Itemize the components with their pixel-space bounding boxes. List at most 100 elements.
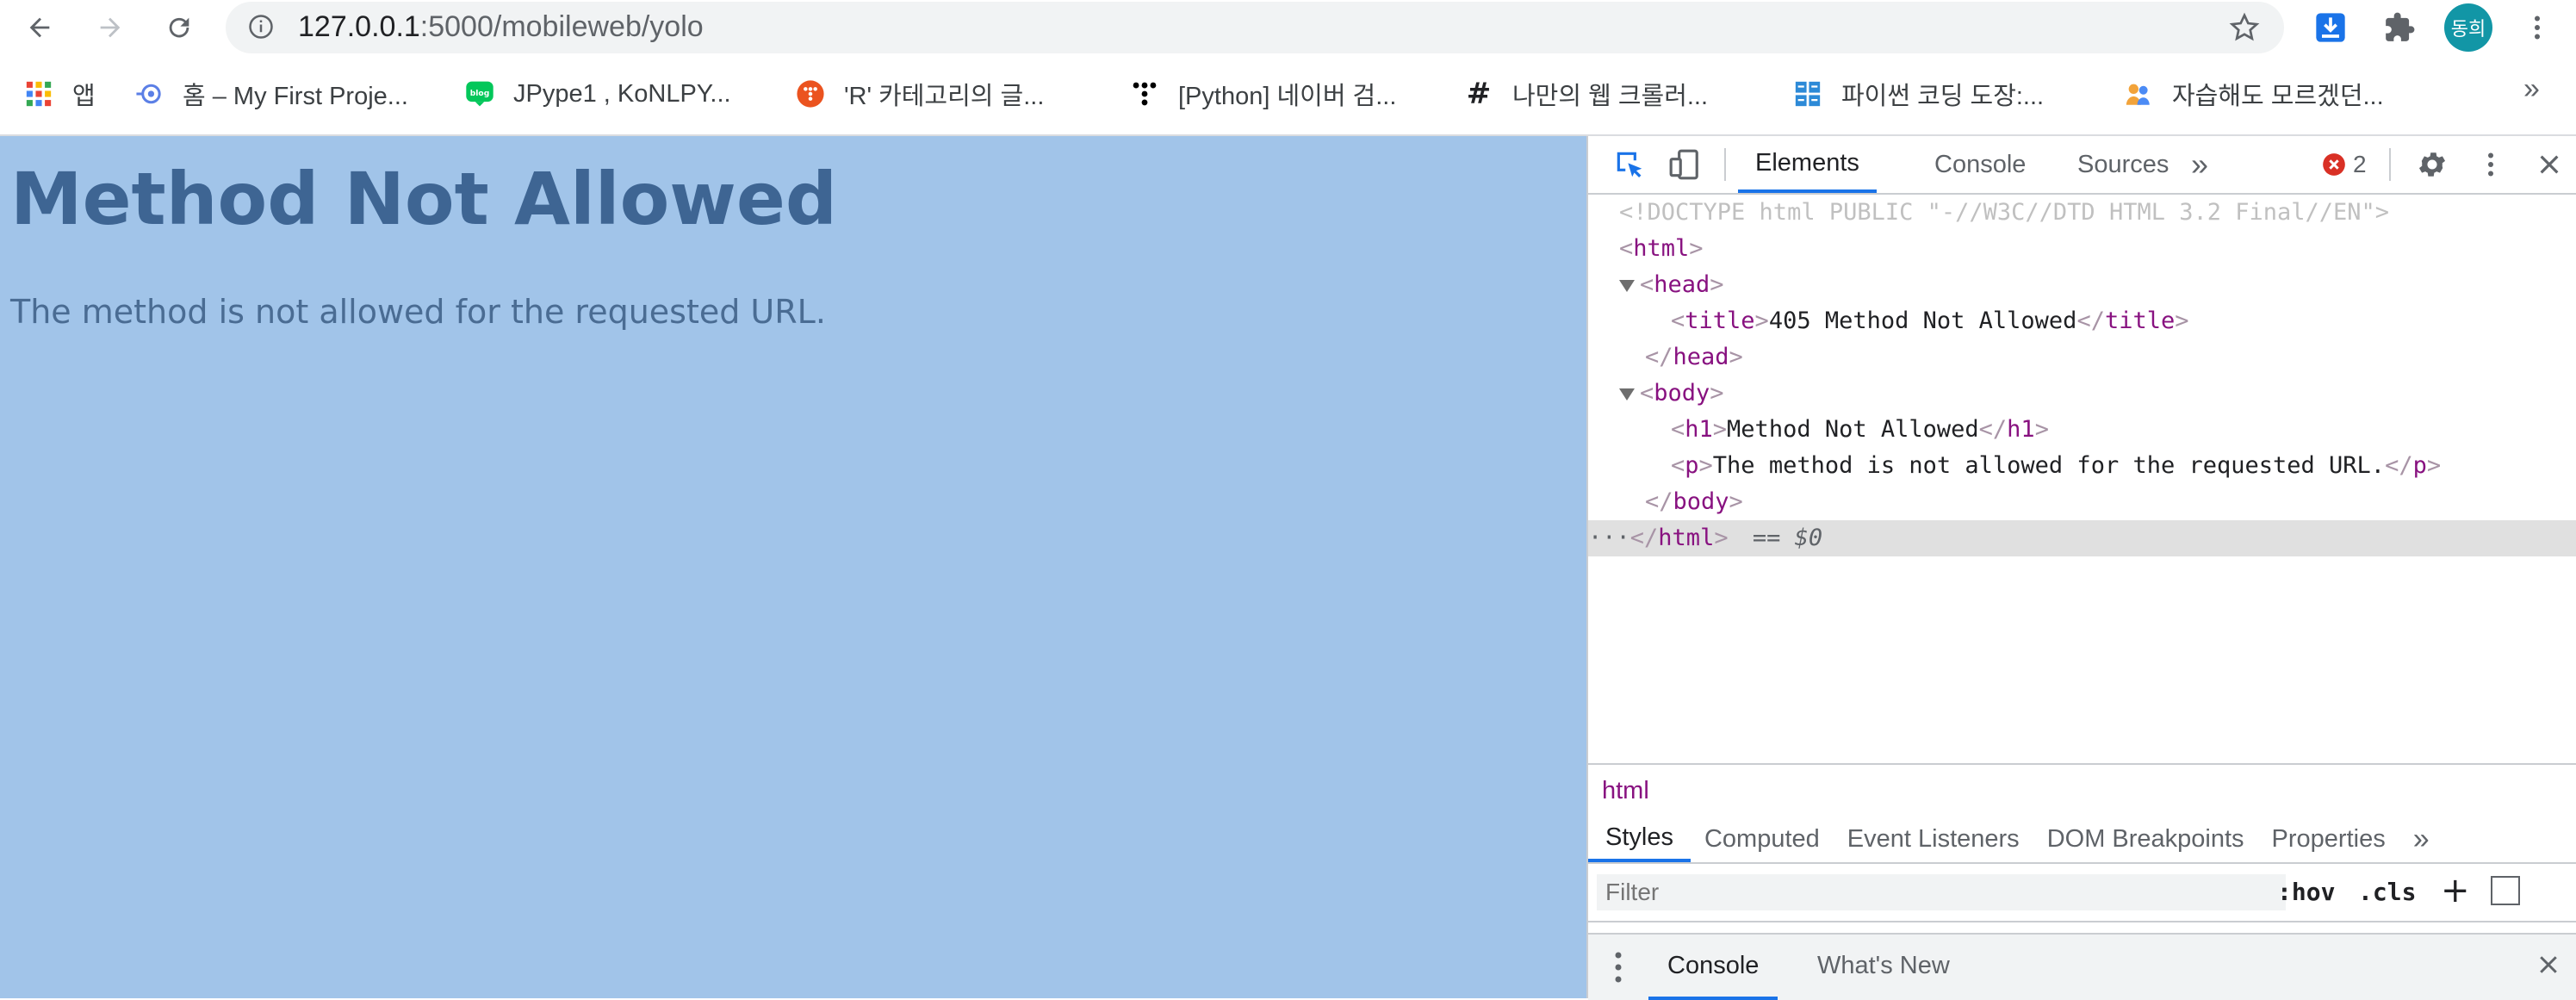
drawer-tab-whats-new[interactable]: What's New [1803,935,1964,997]
back-button[interactable] [17,5,62,50]
bookmark-label: 나만의 웹 크롤러... [1512,83,1709,110]
bookmark-item[interactable]: # 나만의 웹 크롤러... [1464,72,1708,115]
more-tabs-icon[interactable]: » [2191,136,2208,193]
tab-computed[interactable]: Computed [1691,825,1834,854]
bookmark-star-button[interactable] [2222,5,2267,50]
drawer-tab-console[interactable]: Console [1648,935,1778,1000]
tab-styles[interactable]: Styles [1588,817,1691,862]
dom-node-title[interactable]: <title>405 Method Not Allowed</title> [1588,303,2576,339]
dom-node-html-close[interactable]: ···</html> == $0 [1588,520,2576,556]
devtools-drawer-bar: Console What's New [1588,933,2576,1000]
styles-tab-strip: Styles Computed Event Listeners DOM Brea… [1588,817,2576,864]
device-toolbar-button[interactable] [1662,142,1707,187]
inspect-cursor-icon [1617,152,1642,178]
styles-filter-input[interactable] [1597,874,2286,910]
expand-triangle-icon[interactable] [1619,388,1635,401]
breadcrumb-bar: html [1588,763,2576,818]
toggle-sidebar-icon[interactable] [2491,876,2520,905]
page-heading: Method Not Allowed [10,157,838,241]
kebab-menu-icon [2488,152,2493,177]
extensions-button[interactable] [2377,5,2422,50]
bookmarks-bar: 앱 홈 – My First Proje... blog JPype1 , Ko… [0,53,2576,136]
tab-event-listeners[interactable]: Event Listeners [1834,825,2033,854]
reload-button[interactable] [157,5,202,50]
p-text: The method is not allowed for the reques… [1712,452,2386,479]
profile-avatar[interactable]: 동희 [2444,3,2492,52]
star-icon [2229,12,2260,41]
cls-toggle[interactable]: .cls [2358,878,2416,906]
apps-grid-icon [24,79,53,109]
site-icon [134,79,164,109]
page-viewport: Method Not Allowed The method is not all… [0,136,1586,998]
forward-arrow-icon [100,17,121,38]
reload-icon [169,17,189,38]
bookmark-label: 홈 – My First Proje... [183,83,408,110]
tab-elements[interactable]: Elements [1738,136,1877,193]
bookmark-label: 파이썬 코딩 도장:... [1841,83,2045,110]
inspect-element-button[interactable] [1607,142,1652,187]
bookmark-label: 'R' 카테고리의 글... [844,83,1045,110]
devtools-close-button[interactable] [2527,142,2572,187]
hash-icon: # [1466,77,1492,111]
gear-icon [2418,152,2446,177]
hov-toggle[interactable]: :hov [2277,878,2335,906]
devtools-toolbar: Elements Console Sources » 2 [1588,136,2576,195]
dom-node-head[interactable]: <head> [1588,267,2576,303]
tistory-icon [796,79,825,109]
tab-properties[interactable]: Properties [2258,825,2399,854]
dom-node-html[interactable]: <html> [1588,231,2576,267]
download-button[interactable] [2308,5,2353,50]
bookmark-item[interactable]: [Python] 네이버 검... [1130,72,1396,115]
bookmark-apps[interactable]: 앱 [24,72,96,115]
dom-node-doctype[interactable]: <!DOCTYPE html PUBLIC "-//W3C//DTD HTML … [1588,195,2576,231]
doctype-text: <!DOCTYPE html PUBLIC "-//W3C//DTD HTML … [1619,199,2390,226]
title-text: 405 Method Not Allowed [1768,307,2077,334]
tab-console[interactable]: Console [1917,136,2043,193]
dom-node-body[interactable]: <body> [1588,376,2576,412]
dom-node-h1[interactable]: <h1>Method Not Allowed</h1> [1588,412,2576,448]
bookmark-label: 자습해도 모르겠던... [2172,83,2384,110]
add-rule-icon[interactable]: + [2441,871,2470,910]
bookmarks-overflow-icon[interactable]: » [2523,72,2540,106]
dom-node-body-close[interactable]: </body> [1588,484,2576,520]
tab-sources[interactable]: Sources [2060,136,2186,193]
toolbar-divider [1724,148,1726,181]
forward-button[interactable] [88,5,133,50]
browser-menu-button[interactable] [2515,5,2560,50]
bookmark-item[interactable]: 자습해도 모르겠던... [2124,72,2384,115]
node-menu-ellipsis-icon[interactable]: ··· [1588,525,1630,551]
h1-text: Method Not Allowed [1727,416,1979,443]
browser-toolbar: 127.0.0.1:5000/mobileweb/yolo 동희 [0,0,2576,53]
more-style-tabs-icon[interactable]: » [2399,823,2443,856]
bookmark-item[interactable]: 파이썬 코딩 도장:... [1793,72,2044,115]
bookmark-item[interactable]: blog JPype1 , KoNLPY... [465,72,731,115]
expand-triangle-icon[interactable] [1619,279,1635,292]
people-icon [2124,79,2153,109]
breadcrumb[interactable]: html [1602,772,1649,810]
bookmark-item[interactable]: 'R' 카테고리의 글... [796,72,1044,115]
devtools-panel: Elements Console Sources » 2 <!DOCTYPE h… [1586,136,2576,1000]
puzzle-icon [2386,12,2415,41]
device-icon [1669,149,1698,180]
dojang-icon [1793,79,1822,109]
bookmark-label: 앱 [72,83,96,110]
error-counter[interactable]: 2 [2322,150,2367,179]
blog-icon: blog [465,79,494,109]
devtools-settings-button[interactable] [2410,142,2455,187]
bookmark-label: JPype1 , KoNLPY... [513,79,731,108]
url-host: 127.0.0.1 [298,10,420,43]
drawer-close-icon[interactable] [2536,952,2561,982]
dots-icon [1130,79,1159,109]
devtools-menu-button[interactable] [2468,142,2513,187]
site-info-icon[interactable] [248,14,274,40]
error-count: 2 [2353,151,2367,177]
tab-dom-breakpoints[interactable]: DOM Breakpoints [2033,825,2258,854]
dom-node-p[interactable]: <p>The method is not allowed for the req… [1588,448,2576,484]
kebab-menu-icon [2535,16,2540,40]
dom-node-head-close[interactable]: </head> [1588,339,2576,376]
toolbar-divider [2389,148,2391,181]
url-text[interactable]: 127.0.0.1:5000/mobileweb/yolo [298,10,704,44]
bookmark-item[interactable]: 홈 – My First Proje... [134,72,408,115]
drawer-menu-icon[interactable] [1614,950,1622,984]
close-icon [2540,155,2559,174]
